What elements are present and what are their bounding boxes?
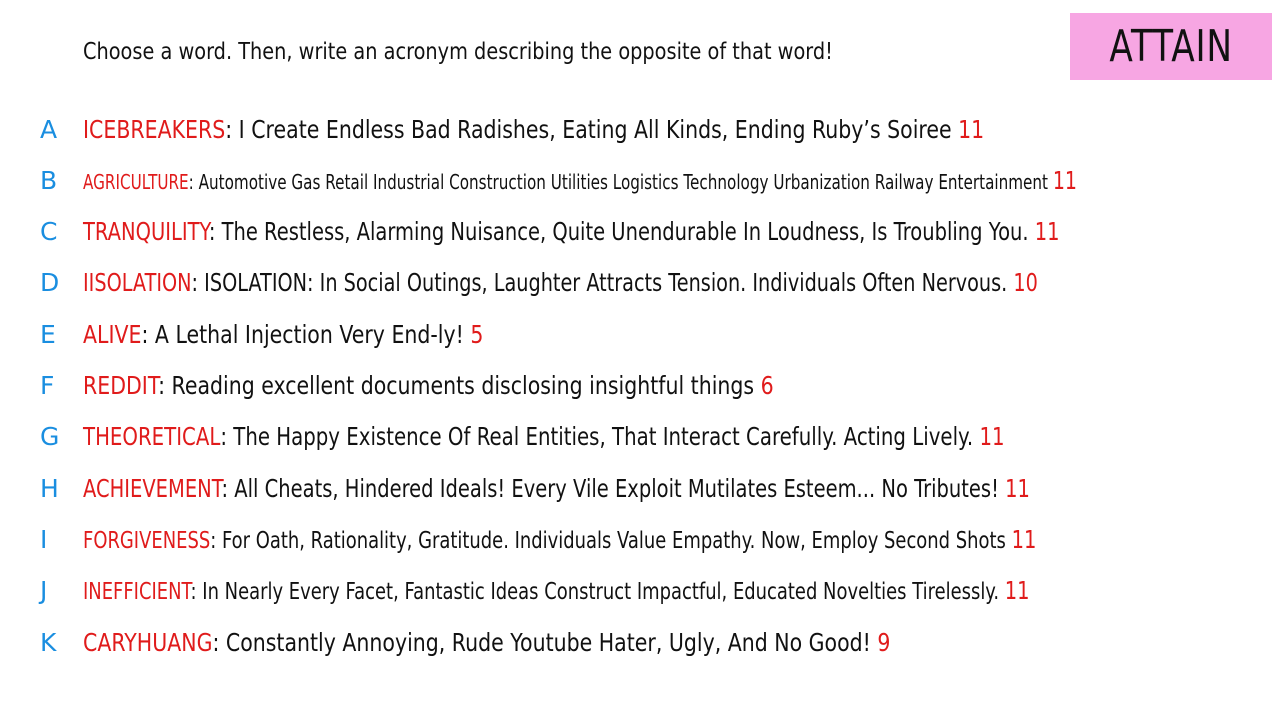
entry-word: INEFFICIENT [83,579,191,605]
entry-word: THEORETICAL [83,422,221,451]
entry-line: THEORETICAL: The Happy Existence Of Real… [83,422,1005,451]
target-word-badge: ATTAIN [1070,13,1272,80]
entry-row-f[interactable]: F REDDIT: Reading excellent documents di… [0,366,1280,406]
entry-letter-count: 11 [958,115,985,144]
entry-acronym: The Happy Existence Of Real Entities, Th… [233,422,974,451]
entry-row-h[interactable]: H ACHIEVEMENT: All Cheats, Hindered Idea… [0,469,1280,509]
entry-acronym: ISOLATION: In Social Outings, Laughter A… [204,268,1008,297]
entry-letter: A [40,115,58,144]
entry-letter: B [40,166,58,195]
entry-row-a[interactable]: A ICEBREAKERS: I Create Endless Bad Radi… [0,110,1280,150]
entry-acronym: A Lethal Injection Very End-ly! [154,320,464,349]
entry-row-i[interactable]: I FORGIVENESS: For Oath, Rationality, Gr… [0,520,1280,560]
entry-letter: F [40,371,55,400]
entry-line: FORGIVENESS: For Oath, Rationality, Grat… [83,525,1037,554]
entry-row-c[interactable]: C TRANQUILITY: The Restless, Alarming Nu… [0,212,1280,252]
entry-row-b[interactable]: B AGRICULTURE: Automotive Gas Retail Ind… [0,161,1280,201]
entry-letter-count: 11 [1004,576,1030,605]
entry-line: TRANQUILITY: The Restless, Alarming Nuis… [83,217,1060,246]
entry-line: ACHIEVEMENT: All Cheats, Hindered Ideals… [83,474,1030,503]
entry-letter-count: 9 [877,628,891,657]
entry-letter-count: 11 [1034,217,1060,246]
entry-row-g[interactable]: G THEORETICAL: The Happy Existence Of Re… [0,417,1280,457]
entry-acronym: Reading excellent documents disclosing i… [171,371,755,400]
instructions-text: Choose a word. Then, write an acronym de… [83,39,833,65]
entry-line: ALIVE: A Lethal Injection Very End-ly! 5 [83,320,484,349]
entry-letter-count: 6 [760,371,774,400]
entry-word: FORGIVENESS [83,528,211,554]
entry-acronym: Constantly Annoying, Rude Youtube Hater,… [225,628,871,657]
entry-line: CARYHUANG: Constantly Annoying, Rude You… [83,628,891,657]
entry-letter-count: 11 [1011,525,1037,554]
entry-acronym: Automotive Gas Retail Industrial Constru… [198,170,1049,194]
entry-line: INEFFICIENT: In Nearly Every Facet, Fant… [83,576,1030,605]
entry-acronym: In Nearly Every Facet, Fantastic Ideas C… [202,579,1000,605]
entry-row-j[interactable]: J INEFFICIENT: In Nearly Every Facet, Fa… [0,571,1280,611]
entry-word: CARYHUANG [83,628,213,657]
entry-row-d[interactable]: D IISOLATION: ISOLATION: In Social Outin… [0,263,1280,303]
entry-letter: G [40,422,60,451]
entry-row-e[interactable]: E ALIVE: A Lethal Injection Very End-ly!… [0,315,1280,355]
entry-word: IISOLATION [83,268,192,297]
entry-letter-count: 5 [470,320,484,349]
entry-letter-count: 11 [1052,166,1078,195]
entry-letter-count: 11 [1005,474,1030,503]
entry-acronym: I Create Endless Bad Radishes, Eating Al… [238,115,952,144]
entry-letter-count: 11 [979,422,1005,451]
entry-acronym: The Restless, Alarming Nuisance, Quite U… [221,217,1029,246]
entry-acronym: For Oath, Rationality, Gratitude. Indivi… [221,528,1006,554]
target-word: ATTAIN [1109,21,1233,72]
entry-word: TRANQUILITY [83,217,209,246]
entry-letter: I [40,525,48,554]
entry-row-k[interactable]: K CARYHUANG: Constantly Annoying, Rude Y… [0,623,1280,663]
entry-letter: C [40,217,58,246]
entry-line: ICEBREAKERS: I Create Endless Bad Radish… [83,115,985,144]
entry-line: IISOLATION: ISOLATION: In Social Outings… [83,268,1038,297]
entry-letter: H [40,474,59,503]
entry-word: ACHIEVEMENT [83,474,222,503]
entry-letter: K [40,628,57,657]
entry-acronym: All Cheats, Hindered Ideals! Every Vile … [234,474,999,503]
entry-letter: D [40,268,60,297]
entry-line: REDDIT: Reading excellent documents disc… [83,371,774,400]
entry-word: ALIVE [83,320,142,349]
entry-word: ICEBREAKERS [83,115,226,144]
entry-letter-count: 10 [1013,268,1038,297]
entry-letter: J [40,576,48,605]
entry-word: REDDIT [83,371,159,400]
entry-word: AGRICULTURE [83,170,189,194]
entry-letter: E [40,320,56,349]
entry-line: AGRICULTURE: Automotive Gas Retail Indus… [83,166,1078,195]
